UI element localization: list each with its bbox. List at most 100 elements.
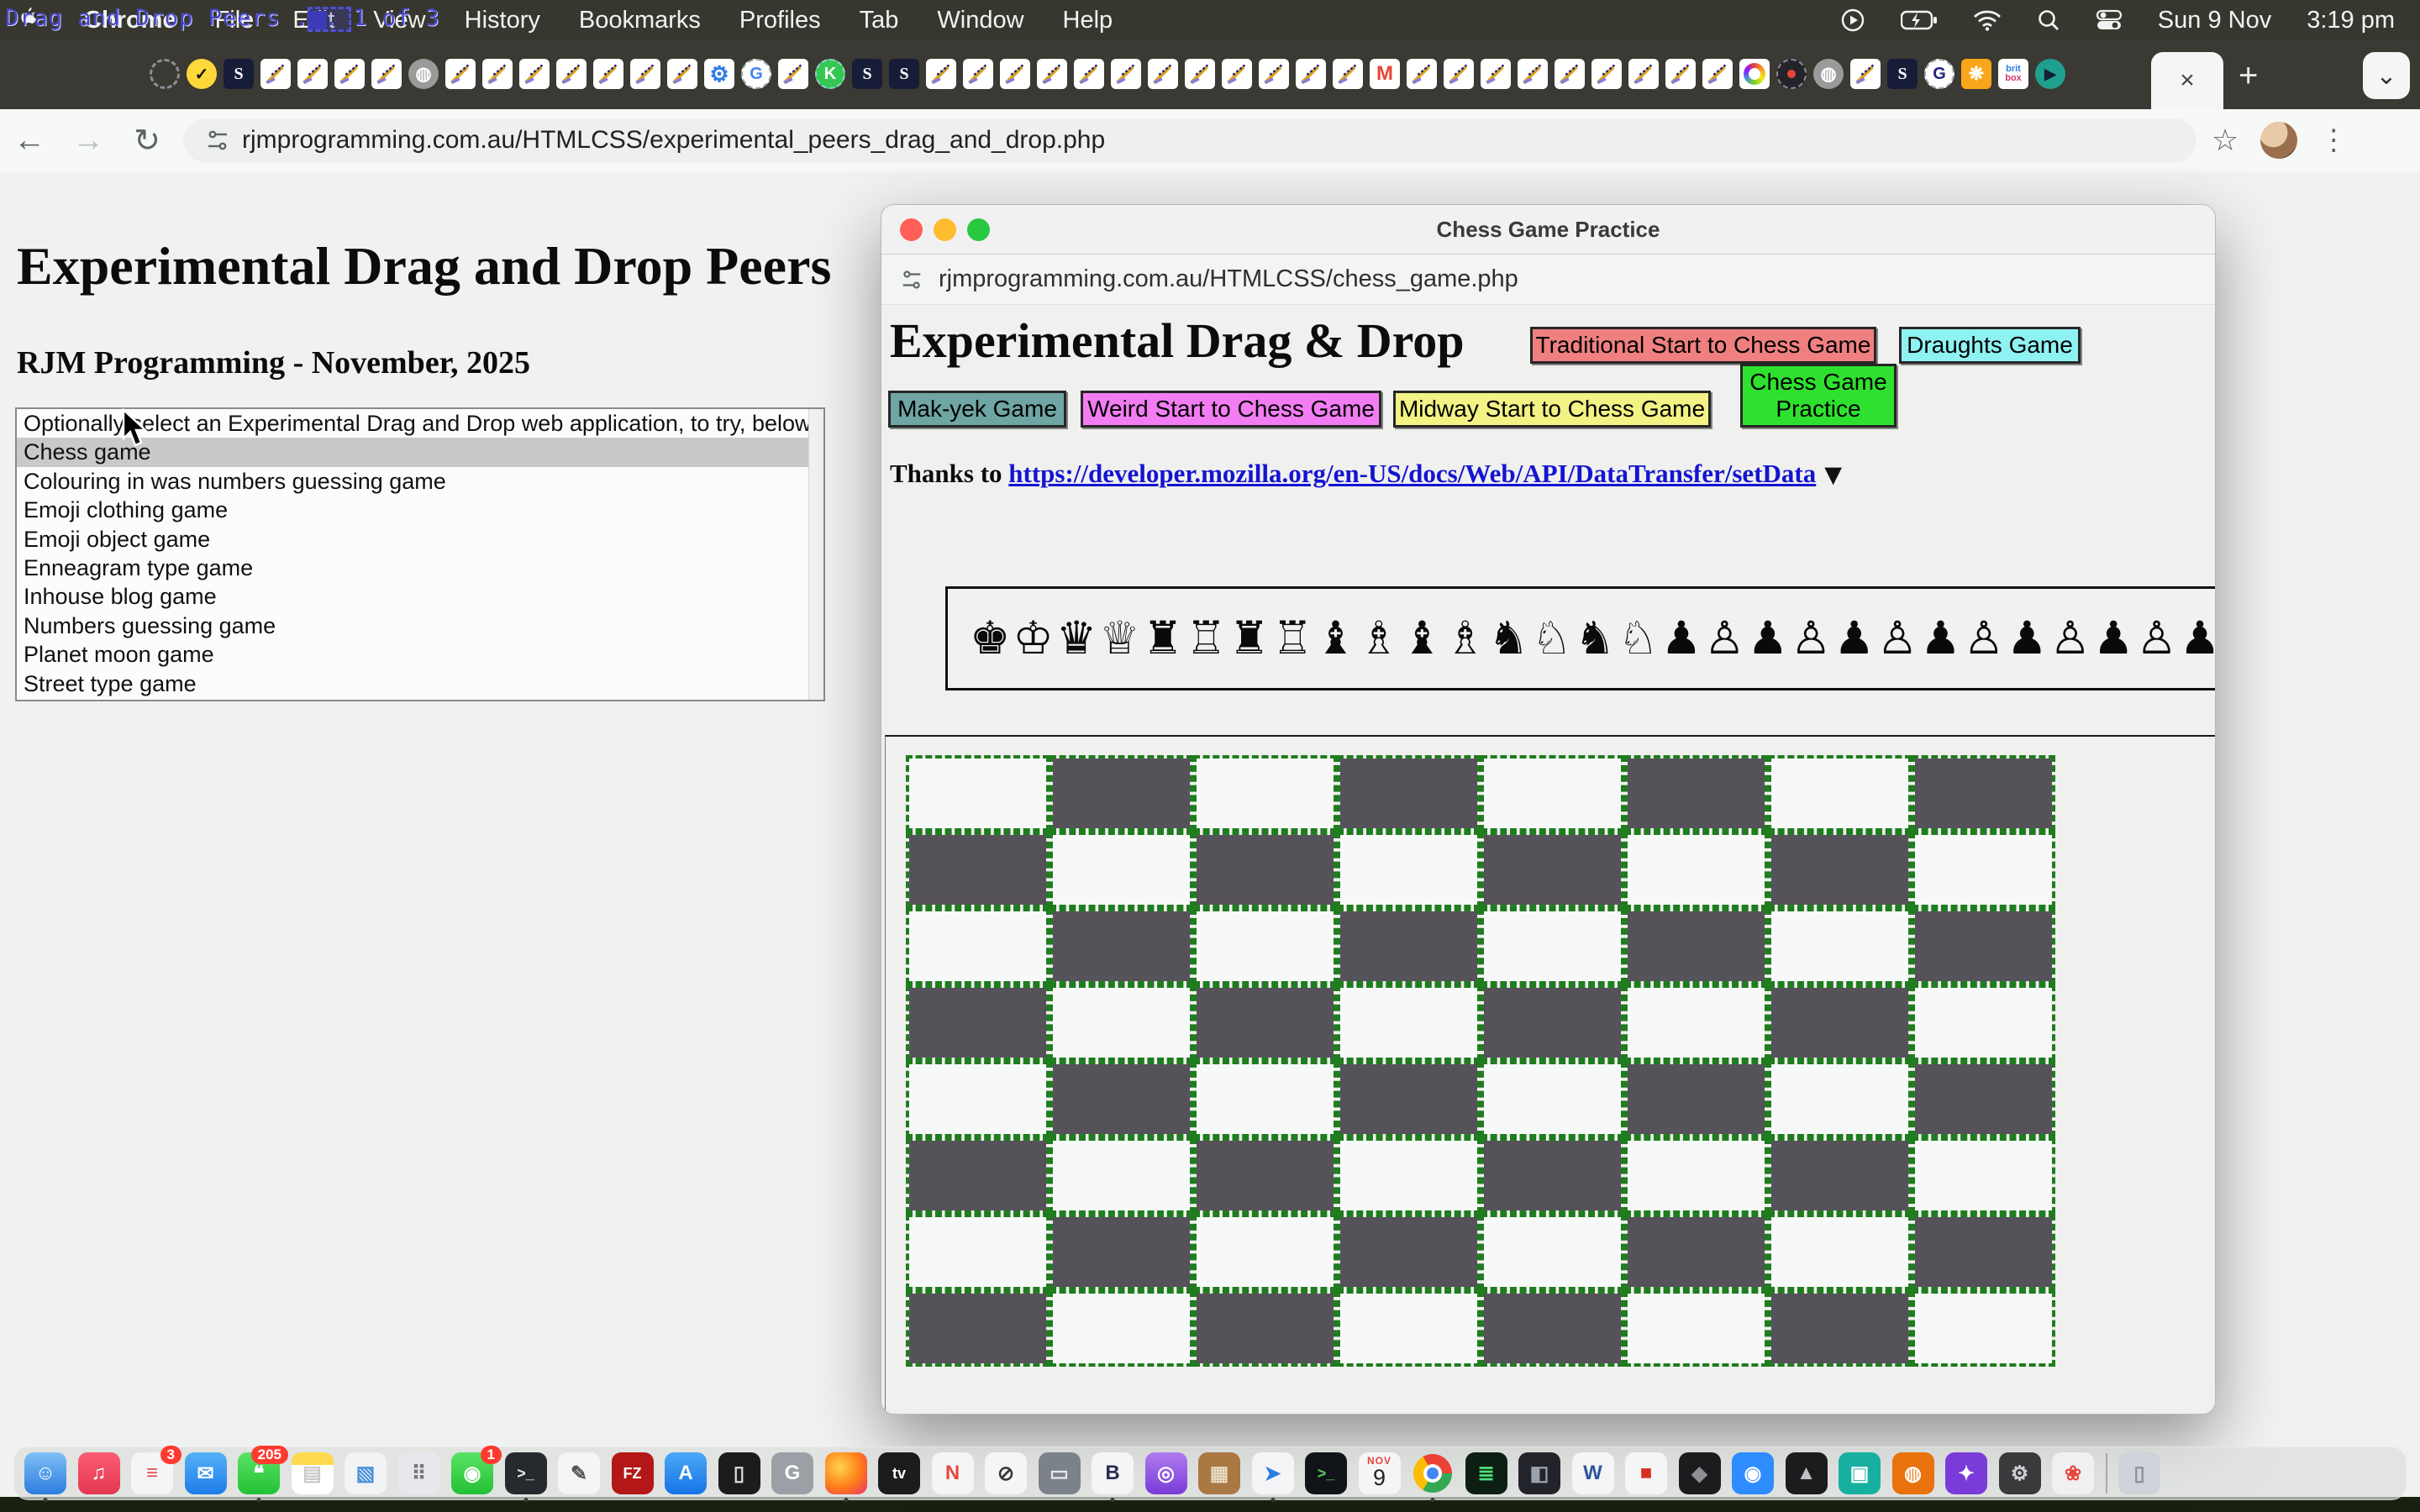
chess-piece[interactable]: ♖ — [1186, 616, 1226, 661]
board-square[interactable] — [1912, 984, 2055, 1061]
board-square[interactable] — [1768, 832, 1912, 908]
pinned-tab-rjm-icon[interactable] — [1222, 59, 1252, 89]
board-square[interactable] — [1624, 832, 1768, 908]
pinned-tab-rjm-icon[interactable] — [1185, 59, 1215, 89]
dock-app-finder[interactable]: ☺ — [24, 1452, 66, 1494]
menu-time[interactable]: 3:19 pm — [2307, 7, 2395, 34]
dock-app-iphone-mirroring[interactable]: ▯ — [718, 1452, 760, 1494]
pinned-tab-gmail-icon[interactable]: M — [1370, 59, 1400, 89]
dock-app-teams-teal[interactable]: ▣ — [1839, 1452, 1881, 1494]
pinned-tab-target-icon[interactable] — [1776, 59, 1807, 89]
chess-piece[interactable]: ♟ — [1748, 616, 1788, 661]
board-square[interactable] — [1912, 1214, 2055, 1290]
board-square[interactable] — [1481, 1061, 1624, 1137]
chess-piece[interactable]: ♙ — [2050, 616, 2091, 661]
dock-app-zoom[interactable]: ◉ — [1732, 1452, 1774, 1494]
site-info-icon[interactable] — [205, 128, 230, 153]
board-square[interactable] — [1050, 1290, 1193, 1367]
dock-app-preview[interactable]: ▧ — [345, 1452, 387, 1494]
listbox-option[interactable]: Colouring in was numbers guessing game — [17, 467, 808, 496]
dock-app-terminal[interactable]: >_ — [505, 1452, 547, 1494]
chess-piece[interactable]: ♚ — [970, 616, 1010, 661]
board-square[interactable] — [906, 908, 1050, 984]
board-square[interactable] — [1050, 755, 1193, 832]
dock-app-app-dark-2[interactable]: ◆ — [1679, 1452, 1721, 1494]
pinned-tab-dashed-icon[interactable] — [150, 59, 180, 89]
pinned-tab-gcircle-icon[interactable]: G — [1924, 59, 1954, 89]
board-square[interactable] — [1337, 1214, 1481, 1290]
board-square[interactable] — [906, 1290, 1050, 1367]
board-square[interactable] — [1912, 1061, 2055, 1137]
pinned-tab-rjm-icon[interactable] — [297, 59, 328, 89]
chess-piece[interactable]: ♟ — [2180, 616, 2216, 661]
pinned-tab-rjm-icon[interactable] — [926, 59, 956, 89]
dropdown-caret-icon[interactable]: ▼ — [1824, 462, 1842, 488]
board-square[interactable] — [1193, 832, 1337, 908]
board-square[interactable] — [1624, 1137, 1768, 1214]
chess-piece[interactable]: ♔ — [1013, 616, 1053, 661]
dock-app-app-dark-3[interactable]: ▲ — [1786, 1452, 1828, 1494]
now-playing-icon[interactable] — [1840, 8, 1865, 33]
dock-app-notes[interactable]: ▤ — [292, 1452, 334, 1494]
pinned-tab-substack-icon[interactable]: S — [852, 59, 882, 89]
battery-icon[interactable] — [1901, 9, 1938, 31]
dock-app-filezilla[interactable]: FZ — [612, 1452, 654, 1494]
traditional-start-to-chess-game-button[interactable]: Traditional Start to Chess Game — [1530, 327, 1876, 364]
listbox-option[interactable]: Emoji object game — [17, 525, 808, 554]
pinned-tab-rjm-icon[interactable] — [1518, 59, 1548, 89]
board-square[interactable] — [1193, 908, 1337, 984]
chess-piece[interactable]: ♞ — [1488, 616, 1528, 661]
pinned-tab-rjm-icon[interactable] — [260, 59, 291, 89]
dock-app-firefox[interactable] — [825, 1452, 867, 1494]
pinned-tab-rjm-icon[interactable] — [1665, 59, 1696, 89]
dock-app-vlc-prohibit[interactable]: ⊘ — [985, 1452, 1027, 1494]
listbox-option[interactable]: Inhouse blog game — [17, 582, 808, 611]
board-square[interactable] — [1337, 984, 1481, 1061]
pinned-tab-rjm-icon[interactable] — [1407, 59, 1437, 89]
menu-item-history[interactable]: History — [465, 7, 540, 34]
pinned-tab-wp-icon[interactable]: ◍ — [1813, 59, 1844, 89]
mak-yek-game-button[interactable]: Mak-yek Game — [888, 391, 1066, 428]
board-square[interactable] — [1193, 755, 1337, 832]
board-square[interactable] — [1337, 908, 1481, 984]
game-select-listbox[interactable]: Optionally select an Experimental Drag a… — [15, 407, 825, 701]
board-square[interactable] — [1481, 1290, 1624, 1367]
dock-app-chrome[interactable] — [1412, 1452, 1454, 1494]
dock-app-apple-tv[interactable]: tv — [878, 1452, 920, 1494]
pinned-tab-rjm-icon[interactable] — [778, 59, 808, 89]
chess-piece[interactable]: ♙ — [1877, 616, 1918, 661]
board-square[interactable] — [1337, 1061, 1481, 1137]
board-square[interactable] — [1050, 908, 1193, 984]
pinned-tab-rjm-icon[interactable] — [1481, 59, 1511, 89]
chess-piece[interactable]: ♖ — [1272, 616, 1313, 661]
board-square[interactable] — [1481, 755, 1624, 832]
draughts-game-button[interactable]: Draughts Game — [1899, 327, 2081, 364]
board-square[interactable] — [1768, 1214, 1912, 1290]
listbox-scrollbar[interactable] — [808, 409, 823, 700]
dock-app-app-gray[interactable]: ⚙ — [1999, 1452, 2041, 1494]
pinned-tab-rjm-icon[interactable] — [1702, 59, 1733, 89]
chess-piece[interactable]: ♘ — [1618, 616, 1658, 661]
chess-piece[interactable]: ♙ — [1704, 616, 1744, 661]
listbox-option[interactable]: Planet moon game — [17, 640, 808, 669]
dock-app-launchpad[interactable]: ⠿ — [398, 1452, 440, 1494]
chess-piece[interactable]: ♙ — [2136, 616, 2176, 661]
chess-piece[interactable]: ♛ — [1056, 616, 1097, 661]
board-square[interactable] — [1050, 1061, 1193, 1137]
pinned-tab-rjm-icon[interactable] — [482, 59, 513, 89]
dock-app-textedit[interactable]: ✎ — [558, 1452, 600, 1494]
board-square[interactable] — [1912, 755, 2055, 832]
board-square[interactable] — [1768, 1061, 1912, 1137]
board-square[interactable] — [906, 832, 1050, 908]
board-square[interactable] — [1768, 1137, 1912, 1214]
pinned-tab-rjm-icon[interactable] — [963, 59, 993, 89]
pinned-tab-rjm-icon[interactable] — [445, 59, 476, 89]
menu-item-bookmarks[interactable]: Bookmarks — [579, 7, 701, 34]
board-square[interactable] — [1193, 984, 1337, 1061]
zoom-traffic-light[interactable] — [967, 218, 990, 241]
chess-piece[interactable]: ♗ — [1359, 616, 1399, 661]
pinned-tab-rjm-icon[interactable] — [1850, 59, 1881, 89]
pinned-tab-rjm-icon[interactable] — [1111, 59, 1141, 89]
dock-app-screen-capture[interactable]: ▭ — [1039, 1452, 1081, 1494]
chess-piece[interactable]: ♙ — [1964, 616, 2004, 661]
